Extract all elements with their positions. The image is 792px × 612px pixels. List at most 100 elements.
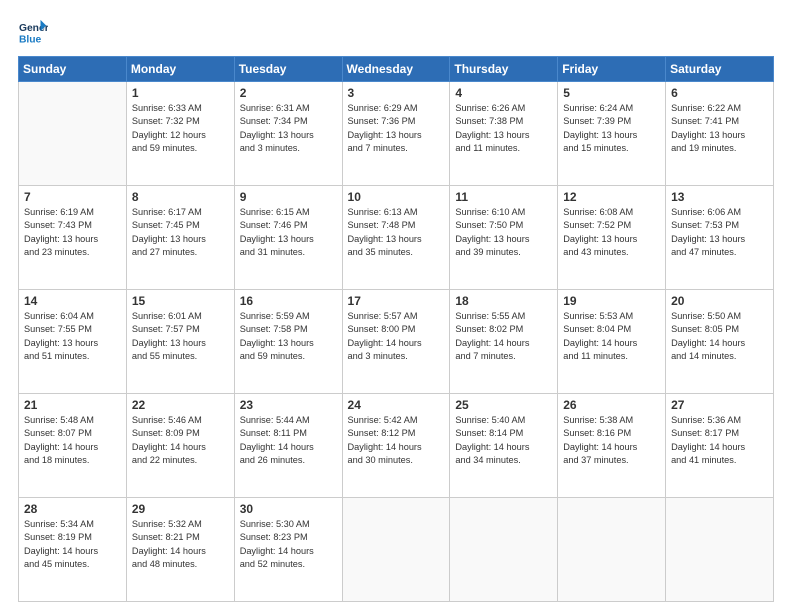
day-info: Sunrise: 5:57 AMSunset: 8:00 PMDaylight:… bbox=[348, 310, 445, 363]
day-number: 7 bbox=[24, 190, 121, 204]
day-info: Sunrise: 6:17 AMSunset: 7:45 PMDaylight:… bbox=[132, 206, 229, 259]
svg-text:Blue: Blue bbox=[19, 34, 42, 45]
day-info: Sunrise: 5:38 AMSunset: 8:16 PMDaylight:… bbox=[563, 414, 660, 467]
calendar-page: General Blue SundayMondayTuesdayWednesda… bbox=[0, 0, 792, 612]
day-info: Sunrise: 6:15 AMSunset: 7:46 PMDaylight:… bbox=[240, 206, 337, 259]
day-number: 9 bbox=[240, 190, 337, 204]
logo-icon: General Blue bbox=[18, 18, 48, 48]
day-number: 22 bbox=[132, 398, 229, 412]
weekday-header: Tuesday bbox=[234, 57, 342, 82]
calendar-week-row: 28 Sunrise: 5:34 AMSunset: 8:19 PMDayligh… bbox=[19, 498, 774, 602]
calendar-cell: 2 Sunrise: 6:31 AMSunset: 7:34 PMDaylight… bbox=[234, 82, 342, 186]
day-info: Sunrise: 6:04 AMSunset: 7:55 PMDaylight:… bbox=[24, 310, 121, 363]
calendar-week-row: 21 Sunrise: 5:48 AMSunset: 8:07 PMDayligh… bbox=[19, 394, 774, 498]
day-number: 23 bbox=[240, 398, 337, 412]
calendar-cell: 27 Sunrise: 5:36 AMSunset: 8:17 PMDayligh… bbox=[666, 394, 774, 498]
day-info: Sunrise: 6:26 AMSunset: 7:38 PMDaylight:… bbox=[455, 102, 552, 155]
calendar-cell: 8Sunrise: 6:17 AMSunset: 7:45 PMDaylight… bbox=[126, 186, 234, 290]
day-info: Sunrise: 5:48 AMSunset: 8:07 PMDaylight:… bbox=[24, 414, 121, 467]
calendar-cell: 12 Sunrise: 6:08 AMSunset: 7:52 PMDayligh… bbox=[558, 186, 666, 290]
day-number: 2 bbox=[240, 86, 337, 100]
day-number: 28 bbox=[24, 502, 121, 516]
day-info: Sunrise: 5:44 AMSunset: 8:11 PMDaylight:… bbox=[240, 414, 337, 467]
calendar-cell: 20 Sunrise: 5:50 AMSunset: 8:05 PMDayligh… bbox=[666, 290, 774, 394]
calendar-cell bbox=[450, 498, 558, 602]
calendar-table: SundayMondayTuesdayWednesdayThursdayFrid… bbox=[18, 56, 774, 602]
weekday-header: Thursday bbox=[450, 57, 558, 82]
calendar-cell: 21 Sunrise: 5:48 AMSunset: 8:07 PMDayligh… bbox=[19, 394, 127, 498]
calendar-cell: 22 Sunrise: 5:46 AMSunset: 8:09 PMDayligh… bbox=[126, 394, 234, 498]
calendar-cell: 1Sunrise: 6:33 AMSunset: 7:32 PMDaylight… bbox=[126, 82, 234, 186]
day-info: Sunrise: 5:32 AMSunset: 8:21 PMDaylight:… bbox=[132, 518, 229, 571]
day-info: Sunrise: 5:59 AMSunset: 7:58 PMDaylight:… bbox=[240, 310, 337, 363]
day-number: 1 bbox=[132, 86, 229, 100]
day-info: Sunrise: 5:30 AMSunset: 8:23 PMDaylight:… bbox=[240, 518, 337, 571]
calendar-cell: 29 Sunrise: 5:32 AMSunset: 8:21 PMDayligh… bbox=[126, 498, 234, 602]
calendar-cell: 11 Sunrise: 6:10 AMSunset: 7:50 PMDayligh… bbox=[450, 186, 558, 290]
calendar-cell: 3 Sunrise: 6:29 AMSunset: 7:36 PMDaylight… bbox=[342, 82, 450, 186]
calendar-cell bbox=[19, 82, 127, 186]
day-number: 15 bbox=[132, 294, 229, 308]
weekday-header-row: SundayMondayTuesdayWednesdayThursdayFrid… bbox=[19, 57, 774, 82]
day-number: 26 bbox=[563, 398, 660, 412]
calendar-week-row: 1Sunrise: 6:33 AMSunset: 7:32 PMDaylight… bbox=[19, 82, 774, 186]
calendar-cell: 16 Sunrise: 5:59 AMSunset: 7:58 PMDayligh… bbox=[234, 290, 342, 394]
day-number: 17 bbox=[348, 294, 445, 308]
day-info: Sunrise: 5:50 AMSunset: 8:05 PMDaylight:… bbox=[671, 310, 768, 363]
day-info: Sunrise: 6:13 AMSunset: 7:48 PMDaylight:… bbox=[348, 206, 445, 259]
day-number: 13 bbox=[671, 190, 768, 204]
day-info: Sunrise: 5:36 AMSunset: 8:17 PMDaylight:… bbox=[671, 414, 768, 467]
calendar-cell: 7 Sunrise: 6:19 AMSunset: 7:43 PMDaylight… bbox=[19, 186, 127, 290]
calendar-cell: 6 Sunrise: 6:22 AMSunset: 7:41 PMDaylight… bbox=[666, 82, 774, 186]
day-number: 10 bbox=[348, 190, 445, 204]
calendar-cell: 23 Sunrise: 5:44 AMSunset: 8:11 PMDayligh… bbox=[234, 394, 342, 498]
calendar-cell: 25Sunrise: 5:40 AMSunset: 8:14 PMDayligh… bbox=[450, 394, 558, 498]
calendar-cell bbox=[666, 498, 774, 602]
day-number: 25 bbox=[455, 398, 552, 412]
day-info: Sunrise: 5:46 AMSunset: 8:09 PMDaylight:… bbox=[132, 414, 229, 467]
calendar-week-row: 7 Sunrise: 6:19 AMSunset: 7:43 PMDaylight… bbox=[19, 186, 774, 290]
calendar-cell: 4 Sunrise: 6:26 AMSunset: 7:38 PMDaylight… bbox=[450, 82, 558, 186]
day-info: Sunrise: 6:24 AMSunset: 7:39 PMDaylight:… bbox=[563, 102, 660, 155]
calendar-cell: 15 Sunrise: 6:01 AMSunset: 7:57 PMDayligh… bbox=[126, 290, 234, 394]
day-number: 16 bbox=[240, 294, 337, 308]
day-number: 3 bbox=[348, 86, 445, 100]
day-info: Sunrise: 6:01 AMSunset: 7:57 PMDaylight:… bbox=[132, 310, 229, 363]
day-info: Sunrise: 6:31 AMSunset: 7:34 PMDaylight:… bbox=[240, 102, 337, 155]
calendar-cell: 30 Sunrise: 5:30 AMSunset: 8:23 PMDayligh… bbox=[234, 498, 342, 602]
day-number: 30 bbox=[240, 502, 337, 516]
logo: General Blue bbox=[18, 18, 52, 48]
day-info: Sunrise: 6:19 AMSunset: 7:43 PMDaylight:… bbox=[24, 206, 121, 259]
day-info: Sunrise: 5:53 AMSunset: 8:04 PMDaylight:… bbox=[563, 310, 660, 363]
calendar-cell: 18Sunrise: 5:55 AMSunset: 8:02 PMDayligh… bbox=[450, 290, 558, 394]
day-number: 5 bbox=[563, 86, 660, 100]
day-number: 20 bbox=[671, 294, 768, 308]
weekday-header: Saturday bbox=[666, 57, 774, 82]
calendar-cell: 14Sunrise: 6:04 AMSunset: 7:55 PMDayligh… bbox=[19, 290, 127, 394]
weekday-header: Sunday bbox=[19, 57, 127, 82]
day-number: 27 bbox=[671, 398, 768, 412]
day-info: Sunrise: 6:06 AMSunset: 7:53 PMDaylight:… bbox=[671, 206, 768, 259]
calendar-cell: 17 Sunrise: 5:57 AMSunset: 8:00 PMDayligh… bbox=[342, 290, 450, 394]
day-info: Sunrise: 6:22 AMSunset: 7:41 PMDaylight:… bbox=[671, 102, 768, 155]
day-number: 21 bbox=[24, 398, 121, 412]
day-number: 4 bbox=[455, 86, 552, 100]
weekday-header: Friday bbox=[558, 57, 666, 82]
calendar-week-row: 14Sunrise: 6:04 AMSunset: 7:55 PMDayligh… bbox=[19, 290, 774, 394]
calendar-cell: 10 Sunrise: 6:13 AMSunset: 7:48 PMDayligh… bbox=[342, 186, 450, 290]
day-number: 11 bbox=[455, 190, 552, 204]
calendar-cell: 13 Sunrise: 6:06 AMSunset: 7:53 PMDayligh… bbox=[666, 186, 774, 290]
day-number: 24 bbox=[348, 398, 445, 412]
day-info: Sunrise: 6:08 AMSunset: 7:52 PMDaylight:… bbox=[563, 206, 660, 259]
day-info: Sunrise: 5:34 AMSunset: 8:19 PMDaylight:… bbox=[24, 518, 121, 571]
calendar-cell: 26 Sunrise: 5:38 AMSunset: 8:16 PMDayligh… bbox=[558, 394, 666, 498]
day-info: Sunrise: 6:29 AMSunset: 7:36 PMDaylight:… bbox=[348, 102, 445, 155]
day-info: Sunrise: 5:42 AMSunset: 8:12 PMDaylight:… bbox=[348, 414, 445, 467]
calendar-cell: 9 Sunrise: 6:15 AMSunset: 7:46 PMDaylight… bbox=[234, 186, 342, 290]
day-info: Sunrise: 6:10 AMSunset: 7:50 PMDaylight:… bbox=[455, 206, 552, 259]
day-number: 6 bbox=[671, 86, 768, 100]
header: General Blue bbox=[18, 18, 774, 48]
day-number: 12 bbox=[563, 190, 660, 204]
day-number: 19 bbox=[563, 294, 660, 308]
day-number: 29 bbox=[132, 502, 229, 516]
